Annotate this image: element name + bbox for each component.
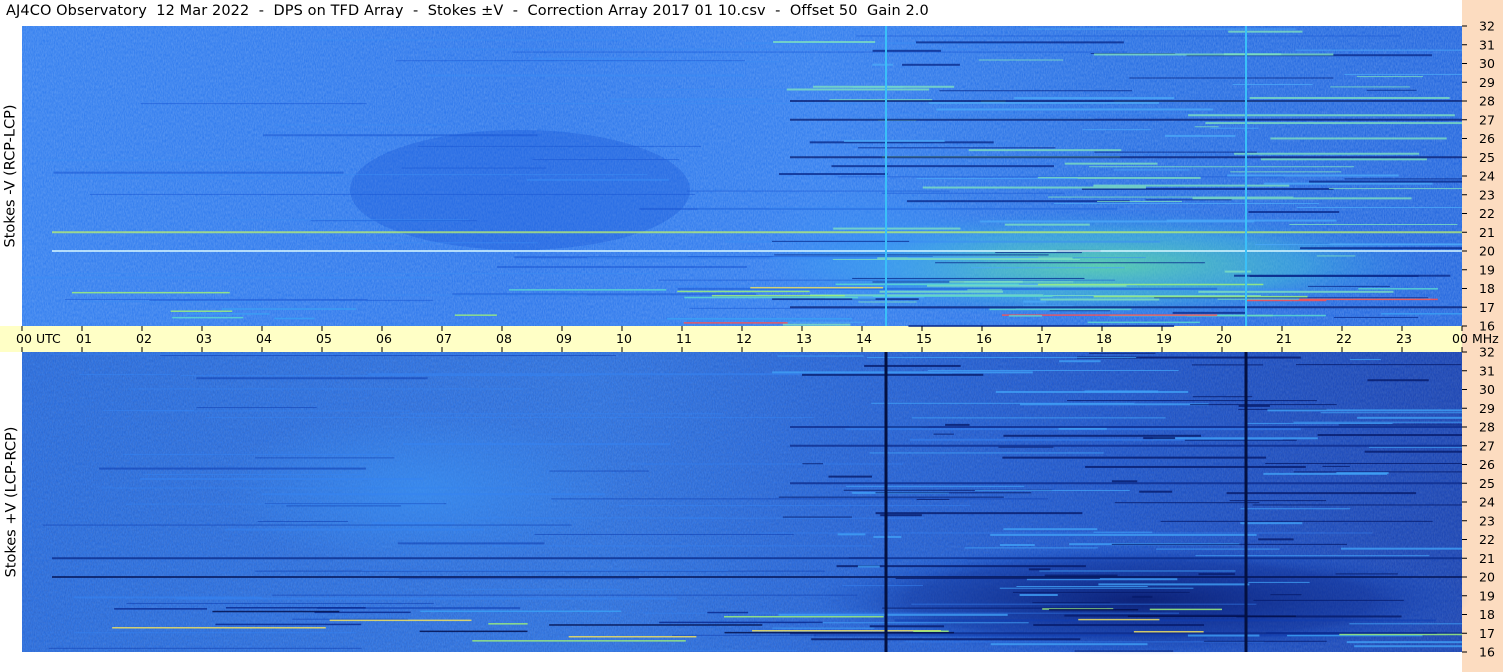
time-axis-band [0, 326, 1462, 352]
bottom-spectrogram [22, 352, 1470, 655]
y-tick-label: 19 [1479, 588, 1495, 603]
x-tick-label: 03 [196, 331, 212, 346]
x-tick-label: 00 [1452, 331, 1468, 346]
y-tick-label: 32 [1479, 345, 1495, 360]
y-tick-label: 31 [1479, 363, 1495, 378]
y-tick-label: 26 [1479, 457, 1495, 472]
y-tick-label: 18 [1479, 607, 1495, 622]
x-tick-label: 01 [76, 331, 92, 346]
y-tick-label: 31 [1479, 37, 1495, 52]
y-tick-label: 27 [1479, 438, 1495, 453]
y-tick-label: 22 [1479, 206, 1495, 221]
x-tick-label: 21 [1276, 331, 1292, 346]
y-tick-label: 18 [1479, 281, 1495, 296]
y-tick-label: 24 [1479, 169, 1495, 184]
x-tick-label: 07 [436, 331, 452, 346]
y-tick-label: 17 [1479, 626, 1495, 641]
y-tick-label: 16 [1479, 319, 1495, 334]
x-tick-label: 09 [556, 331, 572, 346]
x-tick-label: 04 [256, 331, 272, 346]
y-tick-label: 20 [1479, 244, 1495, 259]
x-tick-label: 02 [136, 331, 152, 346]
x-tick-label: 15 [916, 331, 932, 346]
x-tick-label: 17 [1036, 331, 1052, 346]
y-tick-label: 24 [1479, 495, 1495, 510]
y-tick-label: 30 [1479, 56, 1495, 71]
y-tick-label: 26 [1479, 131, 1495, 146]
y-tick-label: 17 [1479, 300, 1495, 315]
y-tick-label: 32 [1479, 19, 1495, 34]
x-tick-label: 08 [496, 331, 512, 346]
y-tick-label: 16 [1479, 645, 1495, 660]
y-tick-label: 22 [1479, 532, 1495, 547]
y-tick-label: 29 [1479, 401, 1495, 416]
y-tick-label: 25 [1479, 476, 1495, 491]
x-tick-label: 16 [976, 331, 992, 346]
x-tick-label: 18 [1096, 331, 1112, 346]
y-tick-label: 27 [1479, 112, 1495, 127]
x-tick-label: 20 [1216, 331, 1232, 346]
x-tick-label: 12 [736, 331, 752, 346]
x-tick-label: 19 [1156, 331, 1172, 346]
x-tick-label: 10 [616, 331, 632, 346]
y-tick-label: 29 [1479, 75, 1495, 90]
y-tick-label: 25 [1479, 150, 1495, 165]
spectrogram-chart: 00 01 02 03 04 05 06 07 08 09 10 11 12 13 14 15 16 17 18 19… [0, 0, 1503, 672]
x-tick-label: 00 [16, 331, 32, 346]
y-tick-label: 21 [1479, 551, 1495, 566]
x-axis-unit: UTC [36, 331, 61, 346]
y-tick-label: 28 [1479, 420, 1495, 435]
y-tick-label: 20 [1479, 570, 1495, 585]
x-tick-label: 06 [376, 331, 392, 346]
y-tick-label: 30 [1479, 382, 1495, 397]
y-tick-label: 19 [1479, 262, 1495, 277]
x-tick-label: 13 [796, 331, 812, 346]
x-tick-label: 22 [1336, 331, 1352, 346]
y-tick-label: 23 [1479, 187, 1495, 202]
y-tick-label: 28 [1479, 94, 1495, 109]
y-tick-label: 23 [1479, 513, 1495, 528]
x-tick-label: 14 [856, 331, 872, 346]
x-tick-label: 23 [1396, 331, 1412, 346]
y-tick-label: 21 [1479, 225, 1495, 240]
x-tick-label: 11 [676, 331, 692, 346]
x-tick-label: 05 [316, 331, 332, 346]
